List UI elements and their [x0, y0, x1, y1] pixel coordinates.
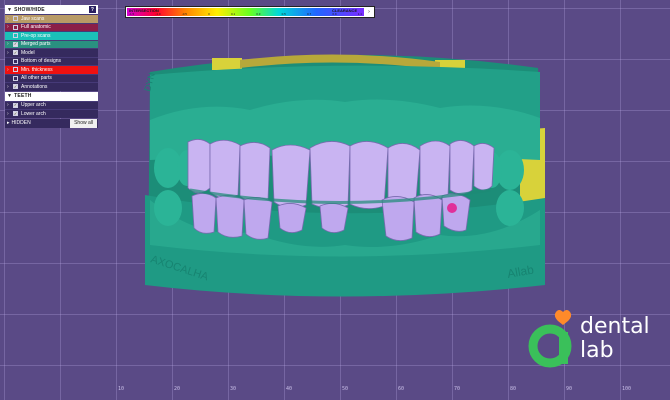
layer-row[interactable]: › Full anatomic: [5, 22, 98, 31]
layer-label: Annotations: [21, 83, 48, 90]
layer-checkbox[interactable]: [13, 67, 18, 73]
collapse-triangle-icon[interactable]: ▼: [7, 93, 12, 99]
scale-number: 1.1: [357, 12, 362, 16]
layer-label: Min. thickness: [21, 66, 53, 73]
dental-lab-logo: dental lab: [528, 308, 663, 372]
show-all-button[interactable]: Show all: [70, 118, 97, 128]
layer-label: All other parts: [21, 75, 52, 82]
teeth-checkbox[interactable]: ✓: [13, 102, 18, 108]
scale-number: 0.7: [307, 12, 312, 16]
scale-number: 0: [208, 12, 210, 16]
teeth-label: Upper arch: [21, 102, 46, 109]
show-hide-panel: ▼ SHOW/HIDE ? › Jaw scans › Full anatomic Pr…: [5, 5, 98, 128]
layer-label: Full anatomic: [21, 24, 51, 31]
scale-expand-icon[interactable]: ›: [365, 8, 373, 16]
layer-checkbox[interactable]: ✓: [13, 41, 18, 47]
intersection-spot: [447, 203, 457, 213]
show-hide-title: SHOW/HIDE: [14, 6, 45, 13]
scale-number: -1.5: [129, 12, 135, 16]
layer-row[interactable]: › ✓ Annotations: [5, 82, 98, 91]
layer-checkbox[interactable]: [13, 33, 18, 39]
layer-label: Jaw scans: [21, 15, 45, 22]
logo-mark-icon: [528, 310, 572, 368]
logo-word-lab: lab: [580, 338, 614, 363]
clearance-color-scale[interactable]: INTERSECTION CLEARANCE -1.5 -1.0 -0.5 0 …: [125, 6, 375, 18]
layer-checkbox[interactable]: [13, 58, 18, 64]
scale-number: 0.1: [230, 12, 236, 16]
teeth-row[interactable]: › ✓ Upper arch: [5, 100, 98, 109]
layer-checkbox[interactable]: [13, 75, 18, 81]
layer-row[interactable]: Pre-op scans: [5, 31, 98, 40]
layer-row[interactable]: › Min. thickness: [5, 65, 98, 74]
teeth-title: TEETH: [14, 93, 32, 99]
teeth-label: Lower arch: [21, 110, 46, 117]
scale-number: 0.9: [332, 12, 337, 16]
show-hide-header[interactable]: ▼ SHOW/HIDE ?: [5, 5, 98, 14]
teeth-row[interactable]: › ✓ Lower arch: [5, 109, 98, 118]
teeth-checkbox[interactable]: ✓: [13, 111, 18, 117]
layer-label: Pre-op scans: [21, 32, 51, 39]
layer-label: Merged parts: [21, 41, 51, 48]
hidden-label: HIDDEN: [11, 120, 31, 126]
layer-checkbox[interactable]: ✓: [13, 84, 18, 90]
collapse-triangle-icon[interactable]: ▼: [7, 7, 12, 13]
layer-label: Bottom of designs: [21, 58, 62, 65]
scale-number: 0.3: [256, 12, 261, 16]
layer-checkbox[interactable]: [13, 16, 18, 22]
layer-checkbox[interactable]: ✓: [13, 50, 18, 56]
layer-row[interactable]: Bottom of designs: [5, 56, 98, 65]
scale-number: 0.5: [281, 12, 286, 16]
teeth-header[interactable]: ▼ TEETH: [5, 91, 98, 101]
articulator-clip-left: [212, 58, 242, 70]
layer-row[interactable]: › ✓ Model: [5, 48, 98, 57]
logo-word-dental: dental: [580, 314, 650, 339]
hidden-bar: ▸ HIDDEN Show all: [5, 118, 98, 128]
scale-number: -0.5: [181, 12, 187, 16]
layer-checkbox[interactable]: [13, 24, 18, 30]
layer-label: Model: [21, 49, 35, 56]
scale-numbers: -1.5 -1.0 -0.5 0 0.1 0.3 0.5 0.7 0.9 1.1: [129, 12, 362, 16]
expand-triangle-icon[interactable]: ▸: [7, 120, 10, 126]
layer-row[interactable]: All other parts: [5, 73, 98, 82]
layer-row[interactable]: › ✓ Merged parts: [5, 39, 98, 48]
scale-number: -1.0: [155, 12, 161, 16]
layer-row[interactable]: › Jaw scans: [5, 14, 98, 23]
help-icon[interactable]: ?: [89, 6, 96, 13]
